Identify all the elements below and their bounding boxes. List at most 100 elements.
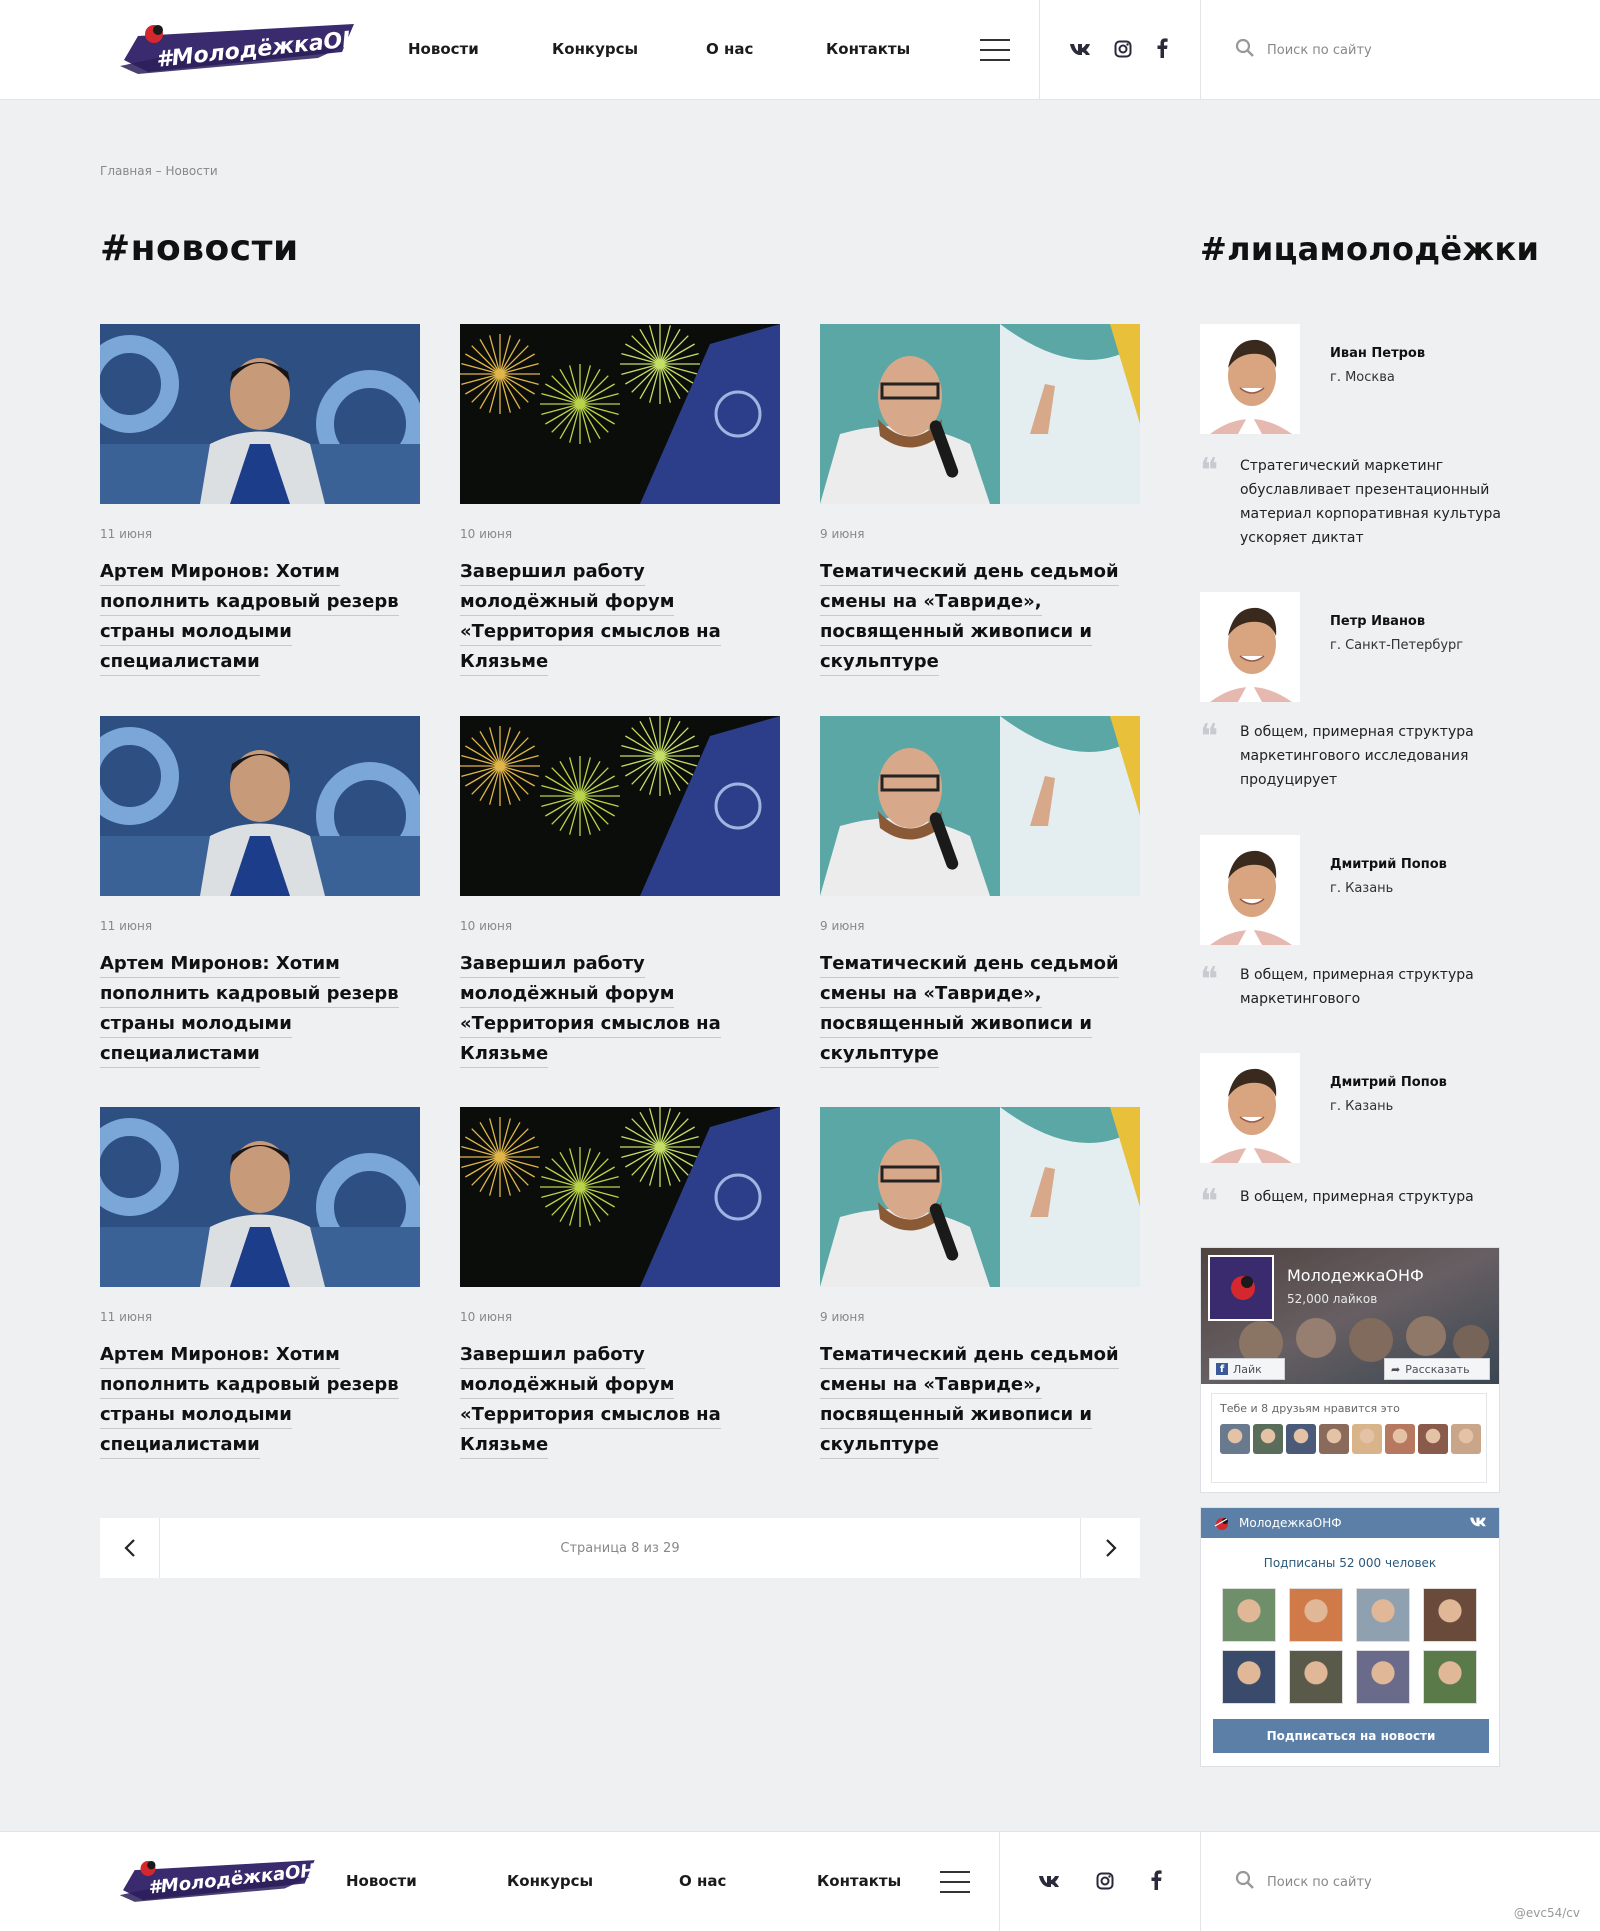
news-image[interactable]	[820, 1107, 1140, 1287]
footer-menu-hamburger-icon[interactable]	[940, 1871, 970, 1893]
nav-contests[interactable]: Конкурсы	[552, 40, 638, 58]
news-title[interactable]: Завершил работу молодёжный форум «Террит…	[460, 1340, 780, 1460]
news-card[interactable]: 9 июня Тематический день седьмой смены на…	[820, 716, 1140, 1069]
news-card[interactable]: 9 июня Тематический день седьмой смены на…	[820, 1107, 1140, 1460]
news-image[interactable]	[460, 324, 780, 504]
face-photo[interactable]	[1200, 1053, 1300, 1163]
facebook-icon[interactable]	[1145, 1869, 1167, 1891]
instagram-icon[interactable]	[1094, 1870, 1116, 1892]
news-title-text[interactable]: Тематический день седьмой смены на «Тавр…	[820, 1344, 1119, 1459]
news-card[interactable]: 10 июня Завершил работу молодёжный форум …	[460, 324, 780, 677]
face-name[interactable]: Дмитрий Попов	[1330, 857, 1447, 872]
menu-hamburger-icon[interactable]	[980, 39, 1010, 61]
fb-friend-avatar[interactable]	[1385, 1424, 1415, 1454]
news-card[interactable]: 10 июня Завершил работу молодёжный форум …	[460, 1107, 780, 1460]
vk-member-avatar[interactable]	[1423, 1588, 1477, 1642]
face-quote-text: В общем, примерная структура маркетингов…	[1240, 967, 1474, 1007]
footer-nav-news[interactable]: Новости	[346, 1872, 417, 1890]
news-image[interactable]	[100, 1107, 420, 1287]
footer-nav-about[interactable]: О нас	[679, 1872, 726, 1890]
facebook-icon[interactable]	[1151, 37, 1173, 59]
news-title[interactable]: Тематический день седьмой смены на «Тавр…	[820, 557, 1140, 677]
footer-search-input[interactable]	[1267, 1874, 1487, 1890]
fb-friend-avatar[interactable]	[1352, 1424, 1382, 1454]
fb-friend-avatar[interactable]	[1451, 1424, 1481, 1454]
news-title-text[interactable]: Завершил работу молодёжный форум «Террит…	[460, 953, 721, 1068]
fb-friend-avatar[interactable]	[1418, 1424, 1448, 1454]
site-header: #МолодёжкаОНФ Новости Конкурсы О нас Кон…	[0, 0, 1600, 100]
footer-logo[interactable]: #МолодёжкаОНФ	[118, 1850, 334, 1912]
quote-icon: ❝	[1200, 451, 1219, 491]
vk-subscribe-button[interactable]: Подписаться на новости	[1213, 1719, 1489, 1753]
vk-member-avatar[interactable]	[1222, 1650, 1276, 1704]
search-input[interactable]	[1267, 42, 1487, 58]
news-date: 11 июня	[100, 527, 153, 541]
fb-friend-avatar[interactable]	[1286, 1424, 1316, 1454]
news-title-text[interactable]: Тематический день седьмой смены на «Тавр…	[820, 561, 1119, 676]
search-icon[interactable]	[1235, 1870, 1255, 1894]
fb-like-button[interactable]: f Лайк	[1209, 1358, 1285, 1380]
breadcrumb[interactable]: Главная – Новости	[100, 164, 218, 178]
vk-member-avatar[interactable]	[1423, 1650, 1477, 1704]
vk-member-avatar[interactable]	[1222, 1588, 1276, 1642]
fb-friend-avatar[interactable]	[1253, 1424, 1283, 1454]
news-title[interactable]: Артем Миронов: Хотим пополнить кадровый …	[100, 949, 420, 1069]
fb-friend-avatar[interactable]	[1220, 1424, 1250, 1454]
bullfinch-icon	[1213, 1516, 1231, 1530]
face-city: г. Санкт-Петербург	[1330, 638, 1464, 653]
face-photo[interactable]	[1200, 592, 1300, 702]
face-photo[interactable]	[1200, 835, 1300, 945]
vk-icon[interactable]	[1038, 1870, 1060, 1892]
news-title[interactable]: Тематический день седьмой смены на «Тавр…	[820, 949, 1140, 1069]
news-title[interactable]: Артем Миронов: Хотим пополнить кадровый …	[100, 1340, 420, 1460]
nav-contacts[interactable]: Контакты	[826, 40, 910, 58]
site-logo[interactable]: #МолодёжкаОНФ	[118, 18, 384, 80]
face-quote-text: В общем, примерная структура	[1240, 1189, 1474, 1205]
face-photo[interactable]	[1200, 324, 1300, 434]
fb-cover-image: МолодежкаОНФ 52,000 лайков f Лайк ➦ Расс…	[1201, 1248, 1499, 1384]
page-indicator: Страница 8 из 29	[560, 1540, 680, 1556]
news-title-text[interactable]: Артем Миронов: Хотим пополнить кадровый …	[100, 1344, 399, 1459]
nav-news[interactable]: Новости	[408, 40, 479, 58]
vk-subscribers[interactable]: Подписаны 52 000 человек	[1201, 1556, 1499, 1570]
news-title[interactable]: Артем Миронов: Хотим пополнить кадровый …	[100, 557, 420, 677]
news-title-text[interactable]: Артем Миронов: Хотим пополнить кадровый …	[100, 953, 399, 1068]
instagram-icon[interactable]	[1112, 38, 1134, 60]
face-name[interactable]: Иван Петров	[1330, 346, 1425, 361]
vk-member-avatar[interactable]	[1356, 1588, 1410, 1642]
news-title[interactable]: Завершил работу молодёжный форум «Террит…	[460, 557, 780, 677]
news-image[interactable]	[820, 324, 1140, 504]
news-title[interactable]: Тематический день седьмой смены на «Тавр…	[820, 1340, 1140, 1460]
prev-page-button[interactable]	[100, 1518, 160, 1578]
next-page-button[interactable]	[1080, 1518, 1140, 1578]
news-card[interactable]: 10 июня Завершил работу молодёжный форум …	[460, 716, 780, 1069]
vk-member-avatar[interactable]	[1289, 1650, 1343, 1704]
news-card[interactable]: 11 июня Артем Миронов: Хотим пополнить ка…	[100, 324, 420, 677]
vk-icon[interactable]	[1069, 38, 1091, 60]
news-title[interactable]: Завершил работу молодёжный форум «Террит…	[460, 949, 780, 1069]
vk-widget-header[interactable]: МолодежкаОНФ	[1201, 1508, 1499, 1538]
news-title-text[interactable]: Артем Миронов: Хотим пополнить кадровый …	[100, 561, 399, 676]
news-title-text[interactable]: Завершил работу молодёжный форум «Террит…	[460, 1344, 721, 1459]
face-name[interactable]: Петр Иванов	[1330, 614, 1425, 629]
news-card[interactable]: 11 июня Артем Миронов: Хотим пополнить ка…	[100, 1107, 420, 1460]
news-card[interactable]: 11 июня Артем Миронов: Хотим пополнить ка…	[100, 716, 420, 1069]
news-image[interactable]	[460, 1107, 780, 1287]
vk-member-avatar[interactable]	[1356, 1650, 1410, 1704]
footer-nav-contests[interactable]: Конкурсы	[507, 1872, 593, 1890]
face-name[interactable]: Дмитрий Попов	[1330, 1075, 1447, 1090]
news-card[interactable]: 9 июня Тематический день седьмой смены на…	[820, 324, 1140, 677]
news-image[interactable]	[460, 716, 780, 896]
news-title-text[interactable]: Завершил работу молодёжный форум «Террит…	[460, 561, 721, 676]
fb-share-button[interactable]: ➦ Рассказать	[1384, 1358, 1490, 1380]
fb-page-name[interactable]: МолодежкаОНФ	[1287, 1266, 1424, 1285]
nav-about[interactable]: О нас	[706, 40, 753, 58]
news-title-text[interactable]: Тематический день седьмой смены на «Тавр…	[820, 953, 1119, 1068]
news-image[interactable]	[100, 716, 420, 896]
fb-friend-avatar[interactable]	[1319, 1424, 1349, 1454]
footer-nav-contacts[interactable]: Контакты	[817, 1872, 901, 1890]
news-image[interactable]	[100, 324, 420, 504]
vk-member-avatar[interactable]	[1289, 1588, 1343, 1642]
news-image[interactable]	[820, 716, 1140, 896]
search-icon[interactable]	[1235, 38, 1255, 62]
